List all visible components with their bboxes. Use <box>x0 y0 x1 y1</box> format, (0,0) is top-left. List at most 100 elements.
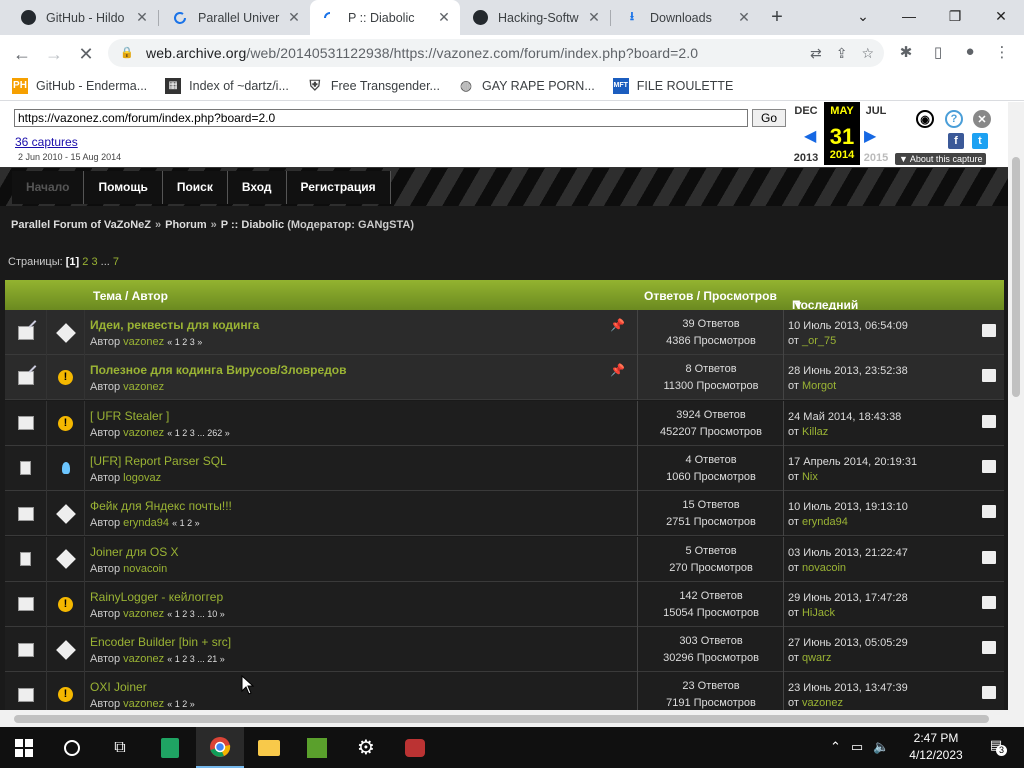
menu-register[interactable]: Регистрация <box>286 171 391 204</box>
go-button[interactable]: Go <box>752 109 786 127</box>
minimize-button[interactable]: — <box>886 0 932 32</box>
topic-title[interactable]: [ UFR Stealer ] <box>90 409 169 423</box>
settings-icon[interactable]: ⚙ <box>342 727 390 768</box>
address-bar[interactable]: 🔒 web.archive.org/web/20140531122938/htt… <box>108 39 884 67</box>
share-icon[interactable]: ⇪ <box>836 45 848 62</box>
col-stats[interactable]: Ответов / Просмотров <box>644 289 777 303</box>
topic-row[interactable]: ! RainyLogger - кейлоггер Автор vazonez « … <box>5 581 1004 627</box>
last-post-icon[interactable] <box>982 369 996 383</box>
bookmark-index[interactable]: ▦ Index of ~dartz/i... <box>165 77 289 94</box>
bookmark-file-roulette[interactable]: MFT FILE ROULETTE <box>612 77 733 94</box>
topic-title[interactable]: Joiner для OS X <box>90 545 179 559</box>
crumb-board[interactable]: P :: Diabolic <box>221 219 284 231</box>
star-icon[interactable]: ☆ <box>861 45 874 62</box>
last-poster-link[interactable]: erynda94 <box>802 516 848 528</box>
menu-home[interactable]: Начало <box>12 171 85 204</box>
last-post-icon[interactable] <box>982 550 996 564</box>
clock[interactable]: 2:47 PM 4/12/2023 <box>890 730 982 764</box>
topic-pages[interactable]: « 1 2 3 ... 21 » <box>167 654 225 664</box>
tab-search-icon[interactable]: ⌄ <box>840 0 886 32</box>
side-panel-icon[interactable]: ▯ <box>928 43 948 61</box>
scroll-thumb[interactable] <box>1012 157 1020 397</box>
bookmark-free[interactable]: ⛨ Free Transgender... <box>307 77 440 94</box>
search-icon[interactable] <box>48 727 96 768</box>
topic-row[interactable]: [UFR] Report Parser SQL Автор logovaz 4 О… <box>5 445 1004 491</box>
maximize-button[interactable]: ❐ <box>932 0 978 32</box>
last-post-icon[interactable] <box>982 595 996 609</box>
crumb-phorum[interactable]: Phorum <box>165 219 207 231</box>
help-icon[interactable]: ? <box>945 110 963 128</box>
back-button[interactable]: ← <box>8 40 36 68</box>
topic-row[interactable]: Фейк для Яндекс почты!!! Автор erynda94 «… <box>5 491 1004 537</box>
vertical-scrollbar[interactable] <box>1008 102 1024 710</box>
next-month[interactable]: JUL 2015 <box>858 105 894 164</box>
wayback-url-input[interactable]: https://vazonez.com/forum/index.php?boar… <box>14 109 748 127</box>
scroll-thumb[interactable] <box>14 715 989 723</box>
topic-pages[interactable]: « 1 2 » <box>167 699 195 709</box>
bookmark-github[interactable]: PH GitHub - Enderma... <box>12 77 147 94</box>
tab-hacking-software[interactable]: Hacking-Softw ✕ <box>460 0 610 35</box>
volume-icon[interactable]: 🔈 <box>873 739 889 755</box>
close-icon[interactable]: ✕ <box>436 9 452 26</box>
author-link[interactable]: vazonez <box>123 336 164 348</box>
author-link[interactable]: erynda94 <box>123 517 169 529</box>
tab-github[interactable]: GitHub - Hildo ✕ <box>8 0 158 35</box>
last-poster-link[interactable]: Nix <box>802 471 818 483</box>
menu-icon[interactable]: ⋮ <box>992 43 1012 61</box>
menu-login[interactable]: Вход <box>227 171 287 204</box>
facebook-icon[interactable]: f <box>948 133 964 149</box>
tab-parallel-universe[interactable]: Parallel Univer ✕ <box>160 0 310 35</box>
topic-row[interactable]: Joiner для OS X Автор novacoin 5 Ответов 2… <box>5 536 1004 582</box>
new-tab-button[interactable]: + <box>766 5 788 29</box>
tab-diabolic[interactable]: P :: Diabolic ✕ <box>310 0 460 35</box>
forward-button[interactable]: → <box>40 40 68 68</box>
topic-pages[interactable]: « 1 2 » <box>172 518 200 528</box>
close-icon[interactable]: ✕ <box>736 9 752 26</box>
prev-arrow-icon[interactable]: ◀ <box>804 126 816 146</box>
file-explorer-icon[interactable] <box>245 727 293 768</box>
author-link[interactable]: vazonez <box>123 608 164 620</box>
horizontal-scrollbar[interactable] <box>0 710 1024 727</box>
last-post-icon[interactable] <box>982 459 996 473</box>
col-topic[interactable]: Тема / Автор <box>93 289 168 303</box>
topic-title[interactable]: Encoder Builder [bin + src] <box>90 635 231 649</box>
topic-row[interactable]: ! [ UFR Stealer ] Автор vazonez « 1 2 3 ..… <box>5 400 1004 446</box>
last-post-icon[interactable] <box>982 686 996 700</box>
captures-link[interactable]: 36 captures <box>15 135 78 149</box>
close-icon[interactable]: ✕ <box>586 9 602 26</box>
next-arrow-icon[interactable]: ▶ <box>864 126 876 146</box>
topic-title[interactable]: Идеи, реквесты для кодинга <box>90 318 259 332</box>
app-icon[interactable] <box>391 727 439 768</box>
menu-search[interactable]: Поиск <box>162 171 228 204</box>
network-icon[interactable]: ▭ <box>851 739 863 755</box>
topic-row[interactable]: Encoder Builder [bin + src] Автор vazonez… <box>5 627 1004 673</box>
profile-icon[interactable]: ● <box>960 43 980 60</box>
topic-pages[interactable]: « 1 2 3 » <box>167 337 202 347</box>
app-icon[interactable] <box>293 727 341 768</box>
topic-row[interactable]: ! Полезное для кодинга Вирусов/Зловредов 📌… <box>5 355 1004 401</box>
last-post-icon[interactable] <box>982 324 996 337</box>
stop-button[interactable]: ✕ <box>72 40 100 68</box>
author-link[interactable]: vazonez <box>123 427 164 439</box>
topic-title[interactable]: OXI Joiner <box>90 680 147 694</box>
last-poster-link[interactable]: Killaz <box>802 426 828 438</box>
topic-row[interactable]: Идеи, реквесты для кодинга 📌 Автор vazonez… <box>5 310 1004 355</box>
topic-row[interactable]: ! OXI Joiner Автор vazonez « 1 2 » 23 Ответ… <box>5 672 1004 710</box>
page-link[interactable]: 3 <box>91 256 97 268</box>
chrome-icon[interactable] <box>196 727 244 768</box>
start-button[interactable] <box>0 727 48 768</box>
author-link[interactable]: vazonez <box>123 653 164 665</box>
last-post-icon[interactable] <box>982 414 996 428</box>
last-post-icon[interactable] <box>982 505 996 519</box>
page-link[interactable]: 2 <box>82 256 88 268</box>
close-window-button[interactable]: ✕ <box>978 0 1024 32</box>
extensions-icon[interactable]: ✱ <box>896 43 916 61</box>
author-link[interactable]: vazonez <box>123 698 164 710</box>
tab-downloads[interactable]: ⭳ Downloads ✕ <box>612 0 760 35</box>
author-link[interactable]: novacoin <box>123 563 167 575</box>
twitter-icon[interactable]: t <box>972 133 988 149</box>
menu-help[interactable]: Помощь <box>84 171 163 204</box>
last-post-icon[interactable] <box>982 641 996 655</box>
last-poster-link[interactable]: novacoin <box>802 562 846 574</box>
bookmark-globe[interactable]: ◍ GAY RAPE PORN... <box>458 77 595 94</box>
